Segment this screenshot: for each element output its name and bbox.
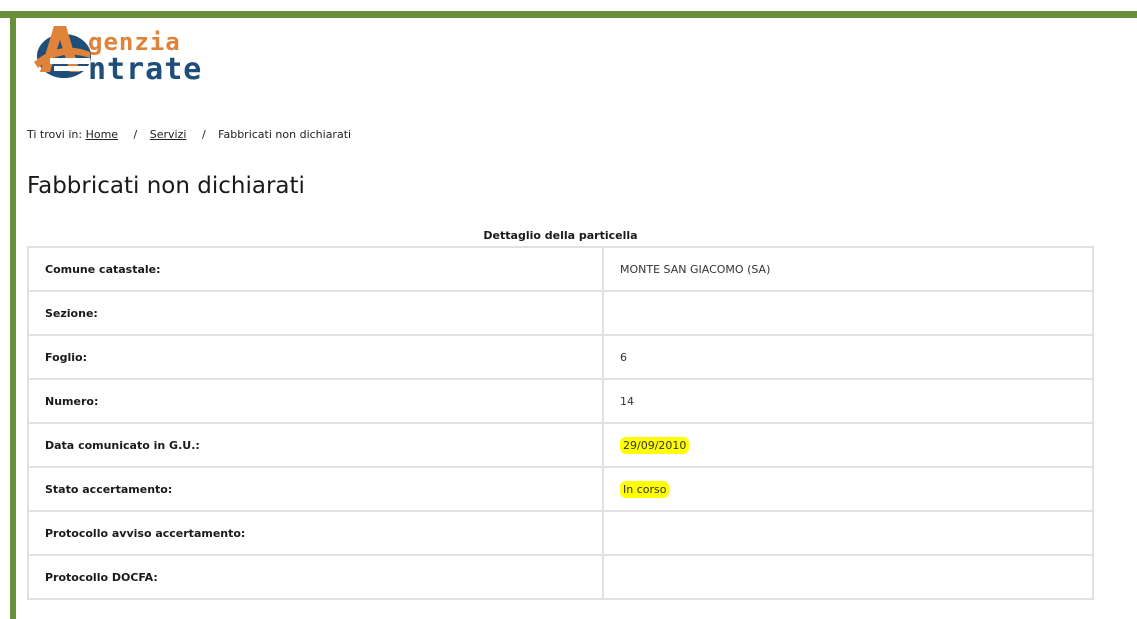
table-row: Protocollo DOCFA: bbox=[27, 554, 1094, 600]
breadcrumb: Ti trovi in: Home / Servizi / Fabbricati… bbox=[27, 128, 351, 141]
row-label: Data comunicato in G.U.: bbox=[27, 422, 604, 468]
table-row: Numero: 14 bbox=[27, 378, 1094, 424]
detail-table: Comune catastale: MONTE SAN GIACOMO (SA)… bbox=[27, 246, 1094, 600]
table-row: Protocollo avviso accertamento: bbox=[27, 510, 1094, 556]
breadcrumb-link-servizi[interactable]: Servizi bbox=[150, 128, 191, 141]
page-title: Fabbricati non dichiarati bbox=[27, 173, 305, 199]
row-label: Foglio: bbox=[27, 334, 604, 380]
row-value: MONTE SAN GIACOMO (SA) bbox=[602, 246, 1094, 292]
logo-text-entrate: ntrate bbox=[88, 52, 203, 87]
row-value: In corso bbox=[602, 466, 1094, 512]
frame-top-bar bbox=[0, 11, 1137, 18]
table-row: Sezione: bbox=[27, 290, 1094, 336]
row-label: Sezione: bbox=[27, 290, 604, 336]
breadcrumb-link-home[interactable]: Home bbox=[86, 128, 122, 141]
table-row: Stato accertamento: In corso bbox=[27, 466, 1094, 512]
agenzia-entrate-logo[interactable]: genzia ntrate bbox=[30, 22, 250, 87]
row-value bbox=[602, 554, 1094, 600]
row-label: Protocollo avviso accertamento: bbox=[27, 510, 604, 556]
row-value: 14 bbox=[602, 378, 1094, 424]
table-row: Comune catastale: MONTE SAN GIACOMO (SA) bbox=[27, 246, 1094, 292]
page-frame: genzia ntrate Ti trovi in: Home / Serviz… bbox=[0, 0, 1137, 619]
row-value: 29/09/2010 bbox=[602, 422, 1094, 468]
logo-mark-icon bbox=[34, 26, 91, 78]
row-label: Stato accertamento: bbox=[27, 466, 604, 512]
row-label: Protocollo DOCFA: bbox=[27, 554, 604, 600]
row-value bbox=[602, 510, 1094, 556]
highlighted-value: 29/09/2010 bbox=[620, 436, 690, 454]
table-row: Foglio: 6 bbox=[27, 334, 1094, 380]
row-value bbox=[602, 290, 1094, 336]
highlighted-value: In corso bbox=[620, 480, 670, 498]
table-row: Data comunicato in G.U.: 29/09/2010 bbox=[27, 422, 1094, 468]
breadcrumb-separator: / bbox=[201, 128, 206, 141]
table-caption: Dettaglio della particella bbox=[483, 229, 638, 242]
frame-left-bar bbox=[10, 11, 16, 619]
row-label: Comune catastale: bbox=[27, 246, 604, 292]
row-label: Numero: bbox=[27, 378, 604, 424]
breadcrumb-current: Fabbricati non dichiarati bbox=[218, 128, 352, 141]
breadcrumb-prefix: Ti trovi in: bbox=[27, 128, 83, 141]
breadcrumb-separator: / bbox=[133, 128, 138, 141]
row-value: 6 bbox=[602, 334, 1094, 380]
